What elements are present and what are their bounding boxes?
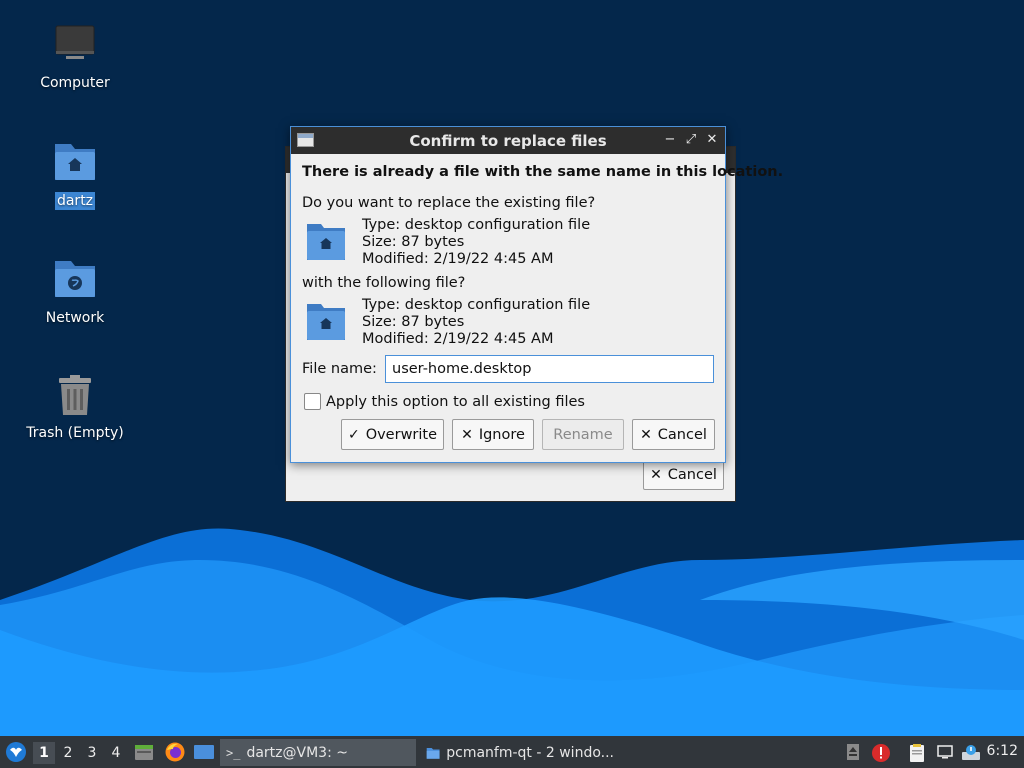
existing-file-modified: Modified: 2/19/22 4:45 AM — [362, 251, 554, 267]
clock[interactable]: 6:12 — [987, 743, 1018, 759]
desktop-icon-label: Trash (Empty) — [26, 425, 124, 441]
file-name-input[interactable] — [385, 355, 714, 383]
desktop-icon — [194, 745, 214, 759]
existing-file-info: Type: desktop configuration file Size: 8… — [362, 217, 590, 268]
overwrite-label: Overwrite — [365, 426, 438, 443]
update-alert-icon[interactable] — [871, 743, 890, 762]
close-icon[interactable]: ✕ — [703, 131, 721, 149]
network-folder-icon — [51, 257, 99, 305]
ignore-button[interactable]: ✕ Ignore — [452, 419, 534, 450]
new-file-info: Type: desktop configuration file Size: 8… — [362, 297, 590, 348]
cancel-button[interactable]: ✕ Cancel — [632, 419, 715, 450]
cancel-label: Cancel — [657, 426, 707, 443]
folder-icon — [426, 747, 440, 759]
desktop-icon-trash[interactable]: Trash (Empty) — [20, 372, 130, 442]
eject-icon[interactable] — [844, 743, 862, 761]
confirm-replace-dialog: Confirm to replace files − ⤢ ✕ There is … — [290, 126, 783, 463]
headline-text: There is already a file with the same na… — [302, 164, 784, 180]
desktop-switch-4[interactable]: 4 — [105, 742, 127, 764]
dialog-titlebar[interactable]: Confirm to replace files − ⤢ ✕ — [291, 127, 725, 154]
desktop-switch-1[interactable]: 1 — [33, 742, 55, 764]
task-terminal-label: dartz@VM3: ~ — [246, 744, 348, 761]
notification-icon[interactable] — [961, 743, 980, 761]
apply-all-label[interactable]: Apply this option to all existing files — [326, 394, 585, 410]
overwrite-button[interactable]: ✓ Overwrite — [341, 419, 444, 450]
taskbar: 1 2 3 4 >_ dartz@VM3: ~ pcmanfm-qt - 2 w… — [0, 736, 1024, 768]
rename-button[interactable]: Rename — [542, 419, 624, 450]
new-file-icon — [307, 304, 345, 340]
new-file-type: Type: desktop configuration file — [362, 297, 591, 313]
ignore-label: Ignore — [478, 426, 525, 443]
application-menu-button[interactable] — [5, 736, 27, 768]
new-file-modified: Modified: 2/19/22 4:45 AM — [362, 331, 554, 347]
terminal-icon: >_ — [226, 745, 241, 760]
maximize-icon[interactable]: ⤢ — [682, 131, 700, 149]
check-icon: ✓ — [347, 426, 360, 443]
background-cancel-button[interactable]: ✕ Cancel — [643, 460, 724, 490]
existing-file-type: Type: desktop configuration file — [362, 217, 591, 233]
existing-question: Do you want to replace the existing file… — [302, 195, 596, 211]
file-manager-launcher[interactable] — [134, 736, 154, 768]
background-cancel-label: Cancel — [667, 467, 717, 483]
display-icon[interactable] — [936, 743, 954, 761]
desktop-switch-2[interactable]: 2 — [57, 742, 79, 764]
dialog-title: Confirm to replace files — [409, 132, 607, 150]
home-folder-icon — [51, 140, 99, 188]
computer-icon — [51, 22, 99, 70]
task-pcmanfm[interactable]: pcmanfm-qt - 2 windo... — [420, 739, 620, 766]
desktop-icon-label: Computer — [40, 75, 110, 91]
minimize-icon[interactable]: − — [661, 131, 679, 149]
rename-label: Rename — [553, 426, 613, 443]
desktop-icon-network[interactable]: Network — [20, 257, 130, 327]
close-icon: ✕ — [461, 426, 473, 443]
task-terminal[interactable]: >_ dartz@VM3: ~ — [220, 739, 416, 766]
firefox-icon — [165, 742, 185, 762]
trash-icon — [51, 372, 99, 420]
show-desktop-launcher[interactable] — [193, 736, 215, 768]
desktop-icon-label: dartz — [54, 192, 96, 210]
desktop-icon-label: Network — [45, 310, 105, 326]
existing-file-icon — [307, 224, 345, 260]
firefox-launcher[interactable] — [164, 736, 186, 768]
desktop-switch-3[interactable]: 3 — [81, 742, 103, 764]
desktop-icon-dartz[interactable]: dartz — [20, 140, 130, 210]
apply-all-checkbox[interactable] — [304, 393, 321, 410]
task-pcmanfm-label: pcmanfm-qt - 2 windo... — [446, 744, 614, 761]
close-icon: ✕ — [640, 426, 652, 443]
file-manager-icon — [135, 745, 153, 760]
desktop: Computer dartz Network Trash (Empty) ✕ C… — [0, 0, 1024, 736]
lxqt-menu-icon — [6, 742, 26, 762]
desktop-icon-computer[interactable]: Computer — [20, 22, 130, 92]
clipboard-icon[interactable] — [907, 743, 925, 762]
new-file-size: Size: 87 bytes — [362, 314, 465, 330]
file-name-label: File name: — [302, 361, 377, 377]
new-file-question: with the following file? — [302, 275, 466, 291]
existing-file-size: Size: 87 bytes — [362, 234, 465, 250]
close-icon: ✕ — [650, 467, 662, 483]
